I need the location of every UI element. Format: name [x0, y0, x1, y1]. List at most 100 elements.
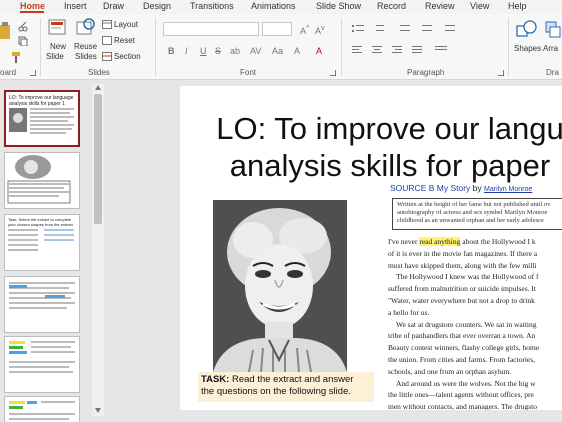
- thumbnail-task-text: Task: Select the extract to complete you…: [8, 217, 73, 227]
- slide-thumbnail-5[interactable]: [4, 336, 80, 393]
- extract-line: "Water, water everywhere but not a drop …: [388, 295, 535, 305]
- new-slide-label-2[interactable]: Slide: [46, 52, 64, 61]
- separator: [155, 18, 156, 76]
- font-group-label: Font: [240, 68, 257, 77]
- ribbon-tabs: Home Insert Draw Design Transitions Anim…: [0, 0, 562, 14]
- reuse-slides-label-2[interactable]: Slides: [75, 52, 97, 61]
- thumbnail-content: [7, 155, 71, 204]
- highlight-color-button[interactable]: A: [294, 46, 300, 56]
- shapes-icon[interactable]: [516, 20, 538, 40]
- thumbnail-content: [9, 341, 75, 373]
- extract-line: I've never read anything about the Holly…: [388, 237, 536, 246]
- bold-button[interactable]: B: [168, 46, 175, 56]
- reuse-slides-label[interactable]: Reuse: [74, 42, 97, 51]
- layout-button[interactable]: Layout: [114, 20, 138, 29]
- thumbnail-content: [9, 401, 75, 420]
- strikethrough-button[interactable]: S: [215, 46, 221, 56]
- slide-thumbnail-4[interactable]: [4, 276, 80, 333]
- tab-design[interactable]: Design: [143, 1, 171, 11]
- thumbnail-text-lines: [8, 229, 74, 251]
- tab-help[interactable]: Help: [508, 1, 527, 11]
- tab-view[interactable]: View: [470, 1, 489, 11]
- source-label: SOURCE B My Story: [390, 183, 471, 193]
- alignment-icons[interactable]: [350, 44, 510, 58]
- tab-insert[interactable]: Insert: [64, 1, 87, 11]
- change-case-button[interactable]: Aa: [272, 46, 283, 56]
- slide-thumbnail-6[interactable]: [4, 396, 80, 422]
- slide-canvas[interactable]: LO: To improve our langu analysis skills…: [180, 86, 562, 410]
- extract-line: the union. From cities and farms. From f…: [388, 354, 536, 364]
- source-heading[interactable]: SOURCE B My Story by Marilyn Monroe: [390, 183, 532, 193]
- format-painter-icon[interactable]: [10, 52, 22, 64]
- increase-font-size-button[interactable]: A^: [300, 23, 310, 36]
- section-icon[interactable]: [102, 52, 112, 61]
- reset-button[interactable]: Reset: [114, 36, 135, 45]
- new-slide-icon[interactable]: [48, 18, 68, 38]
- marilyn-monroe-photo[interactable]: [213, 200, 347, 372]
- slide-thumbnail-2[interactable]: [4, 152, 80, 209]
- slide-thumbnail-pane: LO: To improve our language analysis ski…: [0, 80, 106, 422]
- extract-line: of it is ever in the movie fan magazines…: [388, 248, 538, 258]
- reuse-slides-icon[interactable]: [76, 18, 96, 38]
- decrease-font-size-button[interactable]: Av: [315, 23, 325, 36]
- font-size-dropdown[interactable]: [262, 22, 292, 36]
- thumbnail-scrollbar[interactable]: [92, 84, 104, 416]
- text-shadow-button[interactable]: ab: [230, 46, 240, 56]
- clipboard-launcher[interactable]: [30, 70, 36, 76]
- layout-icon[interactable]: [102, 20, 112, 29]
- copy-icon[interactable]: [18, 36, 28, 46]
- extract-line: And around us were the wolves. Not the b…: [396, 378, 536, 388]
- character-spacing-button[interactable]: AV: [250, 46, 261, 56]
- section-button[interactable]: Section: [114, 52, 141, 61]
- tab-draw[interactable]: Draw: [103, 1, 124, 11]
- paragraph-list-icons[interactable]: [350, 22, 510, 36]
- scroll-down-icon[interactable]: [94, 406, 102, 414]
- thumbnail-text-lines: [30, 108, 74, 134]
- font-name-dropdown[interactable]: [163, 22, 259, 36]
- italic-button[interactable]: I: [185, 46, 188, 56]
- tab-home[interactable]: Home: [20, 1, 45, 11]
- slide-title-line-2: analysis skills for paper: [229, 148, 551, 183]
- extract-line: tribe of panhandlers that ever overran a…: [388, 331, 536, 341]
- tab-animations[interactable]: Animations: [251, 1, 296, 11]
- tab-transitions[interactable]: Transitions: [190, 1, 234, 11]
- thumbnail-title: LO: To improve our language analysis ski…: [9, 95, 74, 107]
- intro-text-box[interactable]: Written at the height of her fame but no…: [392, 198, 562, 230]
- extract-line: men without contacts, and managers. The …: [388, 402, 537, 410]
- new-slide-label[interactable]: New: [50, 42, 66, 51]
- arrange-icon[interactable]: [544, 20, 562, 40]
- arrange-label[interactable]: Arra: [543, 44, 558, 53]
- tab-review[interactable]: Review: [425, 1, 455, 11]
- cut-icon[interactable]: [18, 22, 28, 32]
- task-text-2: the questions on the following slide.: [201, 386, 351, 397]
- slide-thumbnail-1[interactable]: LO: To improve our language analysis ski…: [4, 90, 80, 147]
- drawing-group-label: Dra: [546, 68, 559, 77]
- tab-record[interactable]: Record: [377, 1, 406, 11]
- reset-icon[interactable]: [102, 36, 112, 45]
- shapes-label[interactable]: Shapes: [514, 44, 541, 53]
- thumbnail-content: [9, 282, 75, 309]
- extract-line: the little ones—talent agents without of…: [388, 390, 534, 400]
- underline-button[interactable]: U: [200, 46, 207, 56]
- source-by: by: [472, 183, 482, 193]
- slide-title-line-1: LO: To improve our langu: [216, 111, 562, 146]
- scroll-up-icon[interactable]: [94, 84, 102, 92]
- extract-line: Beauty contest winners, flashy college g…: [388, 343, 540, 353]
- source-author-link[interactable]: Marilyn Monroe: [484, 186, 532, 193]
- task-text-1: Read the extract and answer: [229, 374, 354, 385]
- font-color-button[interactable]: A: [316, 46, 322, 56]
- intro-line: childhood as an unwanted orphan and her …: [397, 217, 544, 224]
- font-launcher[interactable]: [330, 70, 336, 76]
- slide-title[interactable]: LO: To improve our langu analysis skills…: [180, 110, 562, 184]
- paste-icon[interactable]: [0, 22, 14, 40]
- scrollbar-thumb[interactable]: [94, 94, 102, 224]
- slide-thumbnail-3[interactable]: Task: Select the extract to complete you…: [4, 214, 80, 271]
- powerpoint-window: Home Insert Draw Design Transitions Anim…: [0, 0, 562, 422]
- status-strip: [106, 416, 562, 422]
- tab-slide-show[interactable]: Slide Show: [316, 1, 361, 11]
- paragraph-launcher[interactable]: [498, 70, 504, 76]
- slides-group-label: Slides: [88, 68, 110, 77]
- clipboard-group-label: oard: [0, 68, 17, 77]
- extract-body-text[interactable]: I've never read anything about the Holly…: [388, 236, 562, 410]
- task-box[interactable]: TASK: Read the extract and answer the qu…: [198, 372, 374, 402]
